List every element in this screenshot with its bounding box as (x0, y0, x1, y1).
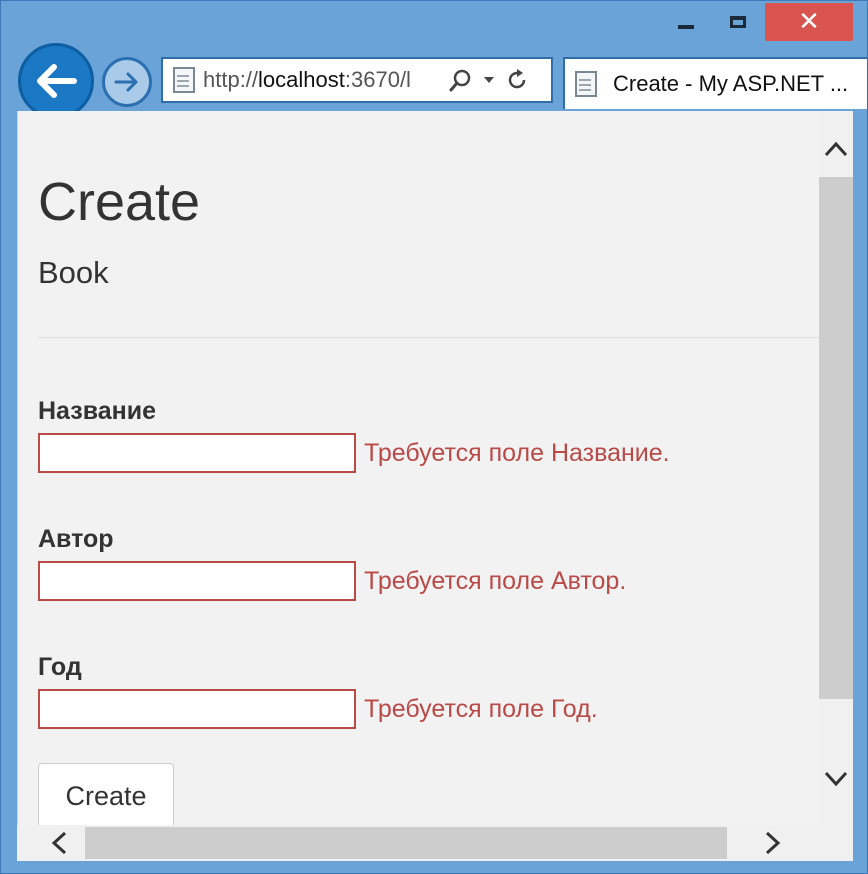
forward-button[interactable] (102, 57, 152, 107)
page-viewport: Create Book Название Требуется поле Назв… (17, 111, 820, 825)
maximize-icon (730, 16, 746, 28)
search-icon[interactable] (449, 68, 473, 92)
title-error: Требуется поле Название. (364, 439, 670, 467)
chevron-down-icon[interactable] (483, 75, 495, 85)
scroll-left-icon[interactable] (51, 831, 67, 859)
page-title: Create (38, 172, 201, 232)
url-rest: :3670/l (344, 67, 411, 92)
author-input[interactable] (38, 561, 356, 601)
tab-page-icon (575, 71, 597, 97)
url-prefix: http:// (203, 67, 259, 92)
create-button[interactable]: Create (38, 763, 174, 825)
minimize-icon (678, 25, 694, 29)
url-field[interactable]: http://localhost:3670/l (203, 67, 439, 93)
maximize-button[interactable] (713, 3, 763, 41)
divider (38, 337, 820, 338)
page-subtitle: Book (38, 255, 109, 290)
close-icon: ✕ (798, 7, 820, 37)
year-label: Год (38, 653, 82, 681)
address-bar[interactable]: http://localhost:3670/l (161, 57, 553, 103)
author-label: Автор (38, 525, 114, 553)
title-bar: ✕ (1, 1, 867, 45)
arrow-left-icon (37, 64, 77, 98)
browser-window: ✕ http://localhost:3670/l Create - My AS… (0, 0, 868, 874)
page-icon (173, 67, 195, 93)
title-input[interactable] (38, 433, 356, 473)
back-button[interactable] (18, 43, 94, 119)
scroll-down-icon[interactable] (824, 771, 848, 791)
year-input[interactable] (38, 689, 356, 729)
minimize-button[interactable] (663, 3, 709, 41)
arrow-right-icon (114, 72, 138, 92)
scroll-up-icon[interactable] (824, 141, 848, 161)
url-host: localhost (258, 67, 345, 92)
vertical-scroll-thumb[interactable] (819, 177, 853, 699)
author-error: Требуется поле Автор. (364, 567, 627, 595)
refresh-icon[interactable] (505, 68, 529, 92)
year-error: Требуется поле Год. (364, 695, 598, 723)
close-button[interactable]: ✕ (765, 3, 853, 41)
title-label: Название (38, 397, 157, 425)
tab-title: Create - My ASP.NET ... (613, 71, 849, 96)
horizontal-scroll-thumb[interactable] (85, 827, 727, 859)
scroll-right-icon[interactable] (765, 831, 781, 859)
tab-create[interactable]: Create - My ASP.NET ... (563, 57, 868, 109)
